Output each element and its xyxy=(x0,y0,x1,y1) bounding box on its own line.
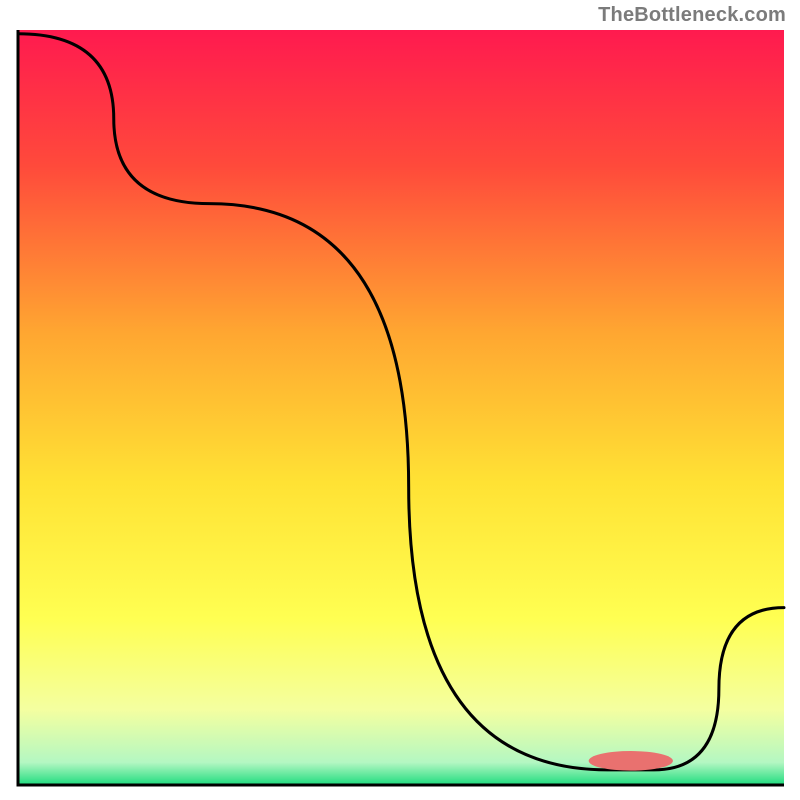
chart-container: TheBottleneck.com xyxy=(0,0,800,800)
optimal-marker xyxy=(589,751,673,771)
bottleneck-chart xyxy=(0,0,800,800)
plot-gradient-bg xyxy=(18,30,784,785)
